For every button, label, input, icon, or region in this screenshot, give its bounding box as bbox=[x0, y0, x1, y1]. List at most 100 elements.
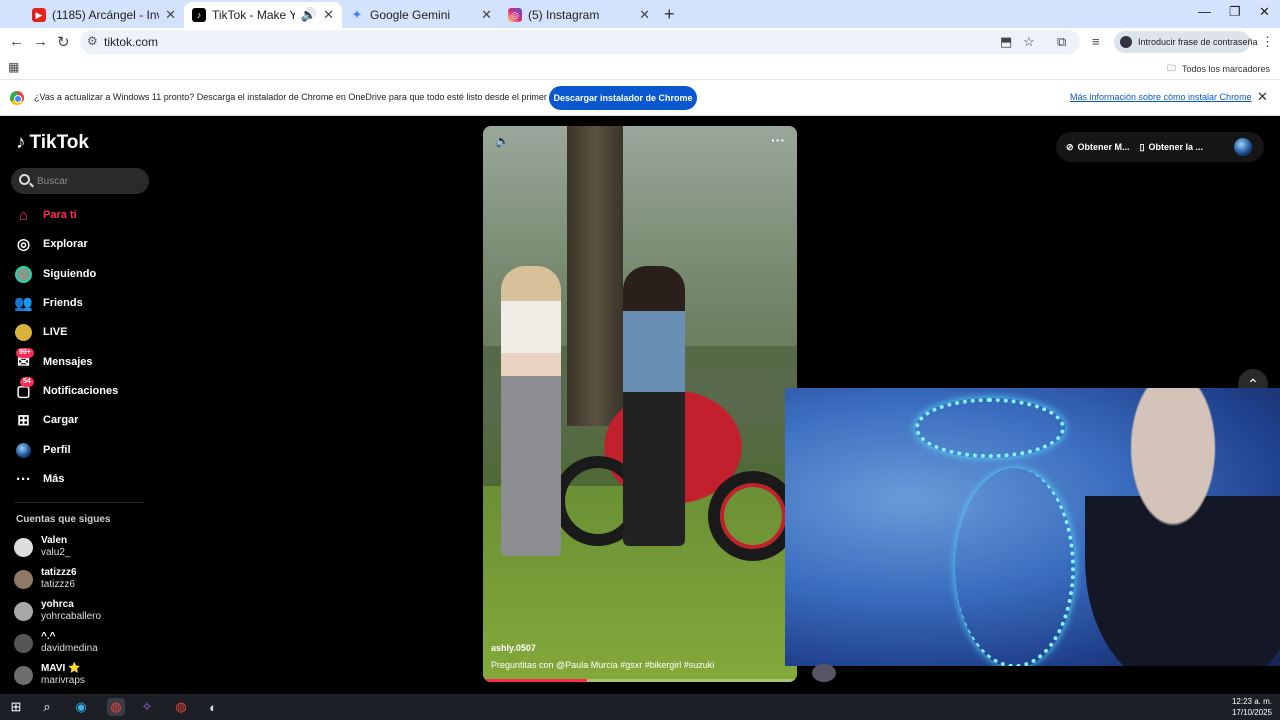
infobar-message: ¿Vas a actualizar a Windows 11 pronto? D… bbox=[34, 92, 565, 102]
nav-para-ti[interactable]: ⌂ Para ti bbox=[14, 204, 77, 226]
reload-button[interactable]: ↻ bbox=[57, 33, 70, 51]
following-account[interactable]: yohrca yohrcaballero bbox=[14, 599, 101, 623]
phone-icon: ▯ bbox=[1139, 141, 1145, 152]
close-window-button[interactable]: ✕ bbox=[1259, 4, 1270, 20]
person bbox=[501, 266, 561, 556]
tiktok-logo[interactable]: ♪ TikTok bbox=[16, 132, 89, 154]
restore-button[interactable]: ❐ bbox=[1229, 4, 1241, 20]
forward-button[interactable]: → bbox=[33, 33, 48, 50]
friends-icon: 👥 bbox=[14, 295, 33, 312]
messages-icon: ✉ 99+ bbox=[14, 347, 34, 372]
chrome-profile-icon[interactable]: ◍ bbox=[172, 698, 190, 716]
chrome-infobar: ¿Vas a actualizar a Windows 11 pronto? D… bbox=[0, 80, 1280, 116]
profile-avatar[interactable] bbox=[1234, 138, 1252, 156]
nav-mensajes[interactable]: ✉ 99+ Mensajes bbox=[14, 347, 93, 373]
nav-cargar[interactable]: ⊞ Cargar bbox=[14, 409, 78, 431]
tab-strip: ▶ (1185) Arcángel - Invicto (Video ✕ ♪ T… bbox=[0, 0, 1280, 28]
nav-explorar[interactable]: ◎ Explorar bbox=[14, 233, 88, 255]
creator-avatar[interactable] bbox=[812, 664, 836, 682]
following-account[interactable]: ^.^ davidmedina bbox=[14, 631, 98, 655]
following-account[interactable]: tatizzz6 tatizzz6 bbox=[14, 567, 77, 591]
back-button[interactable]: ← bbox=[9, 33, 24, 50]
video-progress-bar[interactable] bbox=[483, 679, 797, 682]
minimize-button[interactable]: — bbox=[1198, 4, 1211, 19]
volume-icon[interactable]: 🔈 bbox=[495, 134, 510, 148]
menu-kebab-icon[interactable]: ⋮ bbox=[1261, 34, 1274, 50]
following-account[interactable]: Valen valu2_ bbox=[14, 535, 70, 559]
app-icon[interactable]: ◐ bbox=[204, 698, 222, 716]
download-installer-button[interactable]: Descargar instalador de Chrome bbox=[549, 86, 697, 110]
windows-start-icon[interactable]: ⊞ bbox=[7, 698, 25, 716]
install-app-icon[interactable]: ⬒ bbox=[1000, 34, 1012, 50]
passphrase-button[interactable]: Introducir frase de contraseña bbox=[1114, 31, 1258, 53]
following-account[interactable]: MAVI ⭐ marivraps bbox=[14, 663, 85, 687]
divider bbox=[14, 502, 144, 503]
site-settings-icon[interactable]: ⚙ bbox=[87, 34, 98, 48]
copilot-icon[interactable]: ✧ bbox=[138, 698, 156, 716]
bookmarks-bar: ▦ 🗀 Todos los marcadores bbox=[0, 56, 1280, 80]
tab-title: (1185) Arcángel - Invicto (Video bbox=[52, 8, 159, 22]
home-icon: ⌂ bbox=[18, 206, 29, 224]
nav-friends[interactable]: 👥 Friends bbox=[14, 292, 83, 314]
tab-gemini[interactable]: ✦ Google Gemini ✕ bbox=[342, 2, 500, 28]
compass-icon: ◎ bbox=[16, 236, 31, 253]
tab-title: (5) Instagram bbox=[528, 8, 600, 22]
search-input[interactable]: Buscar bbox=[11, 168, 149, 194]
following-avatar-icon bbox=[14, 265, 33, 284]
profile-avatar-icon bbox=[1120, 36, 1132, 48]
live-icon bbox=[14, 323, 33, 342]
nav-siguiendo[interactable]: Siguiendo bbox=[14, 263, 96, 285]
search-icon[interactable]: ⌕ bbox=[38, 698, 56, 716]
top-right-actions: ⊘ Obtener M... ▯ Obtener la ... bbox=[1056, 132, 1264, 162]
get-app-button[interactable]: ▯ Obtener la ... bbox=[1140, 142, 1203, 153]
streamer bbox=[1085, 388, 1280, 666]
webcam-overlay bbox=[785, 388, 1280, 666]
profile-icon bbox=[14, 441, 33, 460]
media-control-icon[interactable]: ≡ bbox=[1092, 34, 1100, 49]
all-bookmarks-button[interactable]: 🗀 Todos los marcadores bbox=[1167, 61, 1270, 77]
nav-notificaciones[interactable]: ▢ 54 Notificaciones bbox=[14, 376, 118, 402]
windows-taskbar: ⊞ ⌕ ◉ ◍ ✧ ◍ ◐ 12:23 a. m. 17/10/2025 bbox=[0, 694, 1280, 720]
edge-icon[interactable]: ◉ bbox=[72, 698, 90, 716]
more-info-link[interactable]: Más información sobre cómo instalar Chro… bbox=[1070, 92, 1252, 102]
more-options-icon[interactable]: ··· bbox=[771, 132, 785, 148]
tiktok-icon: ♪ bbox=[16, 132, 26, 153]
instagram-icon: ◎ bbox=[508, 8, 522, 22]
avatar bbox=[14, 537, 33, 557]
address-bar[interactable]: ⚙ tiktok.com bbox=[80, 30, 1080, 54]
close-icon[interactable]: ✕ bbox=[481, 7, 492, 23]
browser-toolbar: ← → ↻ ⚙ tiktok.com ⬒ ☆ ⧉ ≡ Introducir fr… bbox=[0, 28, 1280, 56]
following-section-title: Cuentas que sigues bbox=[16, 514, 111, 525]
notifications-icon: ▢ 54 bbox=[14, 376, 34, 401]
folder-icon: 🗀 bbox=[1166, 63, 1176, 73]
chrome-icon[interactable]: ◍ bbox=[107, 698, 125, 716]
extensions-icon[interactable]: ⧉ bbox=[1057, 34, 1066, 50]
url-text: tiktok.com bbox=[104, 35, 159, 49]
nav-perfil[interactable]: Perfil bbox=[14, 439, 71, 461]
led-strip bbox=[915, 398, 1065, 458]
nav-live[interactable]: LIVE bbox=[14, 321, 67, 343]
video-author[interactable]: ashly.0507 bbox=[491, 643, 536, 653]
nav-mas[interactable]: ··· Más bbox=[14, 468, 64, 490]
tab-instagram[interactable]: ◎ (5) Instagram ✕ bbox=[500, 2, 658, 28]
new-tab-button[interactable]: + bbox=[664, 4, 675, 25]
close-infobar-icon[interactable]: ✕ bbox=[1257, 89, 1268, 105]
apps-grid-icon[interactable]: ▦ bbox=[8, 60, 19, 74]
tab-tiktok[interactable]: ♪ TikTok - Make Your Day 🔊 ✕ bbox=[184, 2, 342, 28]
video-caption: Preguntitas con @Paula Murcia #gsxr #bik… bbox=[491, 660, 715, 670]
avatar bbox=[14, 633, 33, 653]
video-player[interactable]: 🔈 ··· ashly.0507 Preguntitas con @Paula … bbox=[483, 126, 797, 682]
system-clock[interactable]: 12:23 a. m. 17/10/2025 bbox=[1232, 696, 1272, 718]
close-icon[interactable]: ✕ bbox=[639, 7, 650, 23]
close-icon[interactable]: ✕ bbox=[165, 7, 176, 23]
search-icon bbox=[19, 174, 30, 185]
close-icon[interactable]: ✕ bbox=[323, 7, 334, 23]
tiktok-icon: ♪ bbox=[192, 8, 206, 22]
motorcycle-wheel bbox=[708, 471, 797, 561]
speaker-icon[interactable]: 🔊 bbox=[301, 7, 317, 23]
bookmark-star-icon[interactable]: ☆ bbox=[1023, 34, 1035, 50]
tab-youtube[interactable]: ▶ (1185) Arcángel - Invicto (Video ✕ bbox=[24, 2, 184, 28]
youtube-icon: ▶ bbox=[32, 8, 46, 22]
gemini-icon: ✦ bbox=[351, 7, 363, 22]
get-coins-button[interactable]: ⊘ Obtener M... bbox=[1066, 142, 1130, 153]
